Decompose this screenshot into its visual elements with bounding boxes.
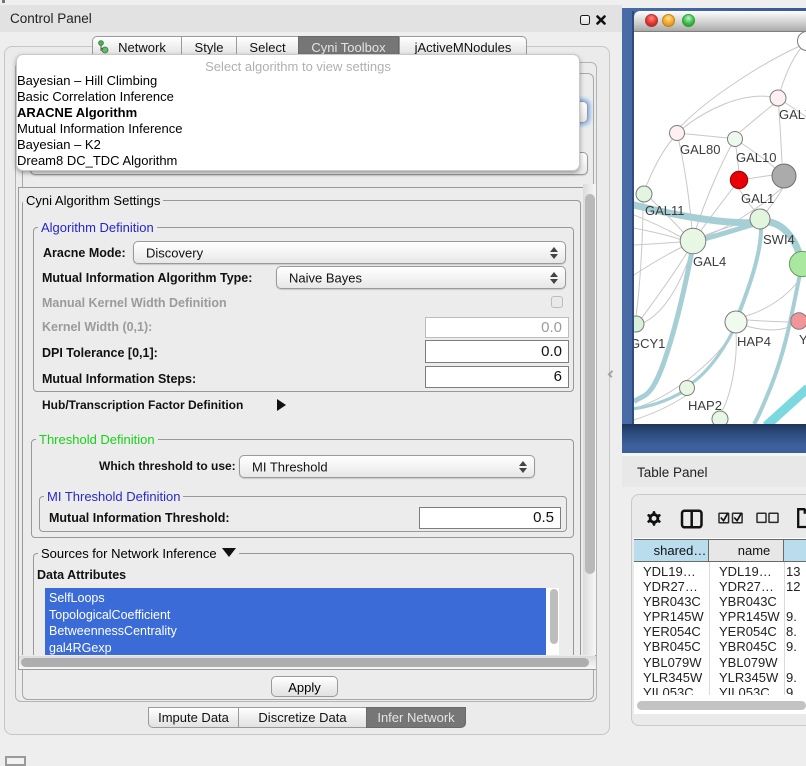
svg-text:GCY1: GCY1: [634, 336, 665, 351]
svg-text:GAL1: GAL1: [741, 191, 774, 206]
svg-text:SWI4: SWI4: [763, 232, 795, 247]
svg-text:GAL80: GAL80: [680, 142, 720, 157]
svg-text:GAL10: GAL10: [736, 150, 776, 165]
svg-text:GAL7: GAL7: [779, 107, 806, 122]
svg-text:HAP4: HAP4: [737, 334, 771, 349]
svg-text:GAL4: GAL4: [693, 254, 726, 269]
svg-text:GAL11: GAL11: [645, 203, 685, 218]
svg-text:Y: Y: [799, 332, 806, 347]
svg-text:HAP2: HAP2: [688, 398, 722, 413]
